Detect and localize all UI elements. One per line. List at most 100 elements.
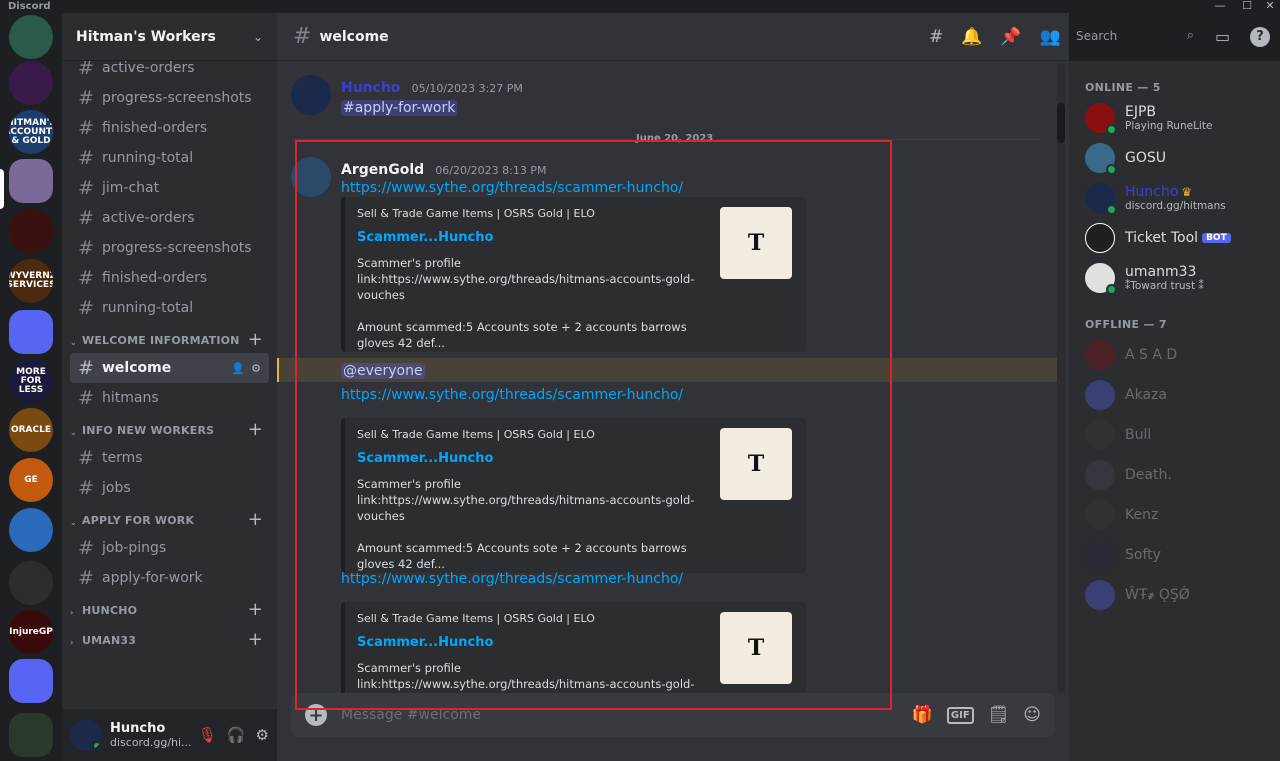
gear-icon[interactable]: ⚙ [251, 362, 261, 375]
category-header[interactable]: › UMAN33 + [70, 623, 269, 653]
bell-icon[interactable]: 🔔 [961, 27, 982, 47]
scrollbar-thumb[interactable] [1057, 103, 1065, 143]
channel-item[interactable]: # progress-screenshots [70, 233, 269, 263]
channel-item[interactable]: # progress-screenshots [70, 83, 269, 113]
everyone-mention[interactable]: @everyone [341, 363, 425, 379]
category-header[interactable]: ⌄ WELCOME INFORMATION + [70, 323, 269, 353]
member-item[interactable]: ŴŦ҂ ǪŞǾ [1077, 575, 1272, 615]
channel-item[interactable]: # active-orders [70, 203, 269, 233]
avatar[interactable] [291, 157, 331, 197]
category-header[interactable]: ⌄ INFO NEW WORKERS + [70, 413, 269, 443]
channel-item[interactable]: # job-pings [70, 533, 269, 563]
gear-icon[interactable]: ⚙ [256, 726, 269, 744]
server-icon[interactable]: InjureGP [9, 610, 53, 654]
message-author[interactable]: Huncho [341, 80, 401, 96]
inbox-icon[interactable]: ▭ [1215, 27, 1230, 46]
embed-thumbnail[interactable]: T [720, 428, 792, 500]
category-header[interactable]: ⌄ APPLY FOR WORK + [70, 503, 269, 533]
gif-button[interactable]: GIF [946, 706, 974, 724]
gift-icon[interactable]: 🎁 [912, 705, 933, 725]
emoji-icon[interactable]: ☺ [1023, 705, 1041, 725]
server-icon[interactable]: ORACLE [9, 408, 53, 452]
threads-icon[interactable]: # [929, 27, 943, 47]
channel-item[interactable]: # active-orders [70, 61, 269, 83]
embed-thumbnail[interactable]: T [720, 207, 792, 279]
scrollbar[interactable] [1057, 63, 1065, 693]
add-channel-icon[interactable]: + [248, 419, 263, 440]
message-composer[interactable]: + Message #welcome 🎁 GIF 🗒 ☺ [291, 693, 1055, 737]
member-item[interactable]: Death. [1077, 455, 1272, 495]
member-item[interactable]: Bull [1077, 415, 1272, 455]
help-icon[interactable]: ? [1250, 27, 1270, 47]
minimize-button[interactable]: — [1210, 0, 1230, 12]
channel-item[interactable]: # jim-chat [70, 173, 269, 203]
add-channel-icon[interactable]: + [248, 509, 263, 530]
message-input[interactable]: Message #welcome [341, 707, 481, 723]
guild-header[interactable]: Hitman's Workers ⌄ [62, 13, 277, 61]
search-input[interactable]: Search ⌕ [1070, 26, 1200, 48]
member-item[interactable]: Huncho ♛ discord.gg/hitmans [1077, 178, 1272, 218]
channel-item[interactable]: # finished-orders [70, 263, 269, 293]
member-item[interactable]: A S A D [1077, 335, 1272, 375]
channel-item[interactable]: # apply-for-work [70, 563, 269, 593]
message-list: Huncho 05/10/2023 3:27 PM #apply-for-wor… [277, 61, 1069, 699]
server-icon[interactable] [9, 61, 53, 105]
close-window-button[interactable]: ✕ [1260, 0, 1280, 12]
headphones-icon[interactable]: 🎧 [227, 726, 246, 744]
add-channel-icon[interactable]: + [248, 599, 263, 620]
channel-item[interactable]: # finished-orders [70, 113, 269, 143]
category-header[interactable]: › HUNCHO + [70, 593, 269, 623]
avatar [1085, 183, 1117, 215]
server-icon[interactable] [9, 508, 53, 552]
sticker-icon[interactable]: 🗒 [988, 705, 1010, 725]
hash-icon: # [78, 567, 94, 589]
server-icon[interactable]: WYVERNZ SERVICES [9, 259, 53, 303]
channel-item[interactable]: # running-total [70, 293, 269, 323]
channel-item[interactable]: # jobs [70, 473, 269, 503]
member-item[interactable]: umanm33 ⁑Toward trust ⁑ [1077, 258, 1272, 298]
server-icon[interactable]: HITMAN'S ACCOUNTS & GOLD [9, 110, 53, 154]
chevron-down-icon[interactable]: ⌄ [253, 30, 263, 44]
server-icon[interactable]: MORE FOR LESS [9, 359, 53, 403]
server-folder-icon[interactable] [9, 659, 53, 703]
hash-icon: # [78, 61, 94, 79]
channel-mention[interactable]: #apply-for-work [341, 100, 458, 116]
avatar[interactable] [291, 75, 331, 115]
add-channel-icon[interactable]: + [248, 629, 263, 650]
add-attachment-button[interactable]: + [305, 704, 327, 726]
link-embed: Sell & Trade Game Items | OSRS Gold | EL… [341, 197, 806, 352]
channel-item-welcome[interactable]: # welcome 👤 ⚙ [70, 353, 269, 383]
user-avatar[interactable] [70, 719, 102, 751]
thumbnail-logo: T [747, 451, 765, 477]
server-icon[interactable] [9, 713, 53, 757]
channel-item[interactable]: # running-total [70, 143, 269, 173]
search-icon: ⌕ [1186, 28, 1194, 43]
add-member-icon[interactable]: 👤 [231, 362, 245, 375]
maximize-button[interactable]: ☐ [1237, 0, 1257, 12]
server-icon[interactable] [9, 15, 53, 59]
server-icon[interactable]: GE [9, 458, 53, 502]
add-channel-icon[interactable]: + [248, 329, 263, 350]
server-icon[interactable] [9, 561, 53, 605]
member-item[interactable]: Akaza [1077, 375, 1272, 415]
member-item[interactable]: EJPB Playing RuneLite [1077, 98, 1272, 138]
mute-mic-icon[interactable]: 🎙 [198, 726, 217, 744]
server-folder-icon[interactable] [9, 310, 53, 354]
member-item[interactable]: Kenz [1077, 495, 1272, 535]
member-list: ONLINE — 5 EJPB Playing RuneLite GOSU Hun… [1069, 61, 1280, 761]
embed-thumbnail[interactable]: T [720, 612, 792, 684]
channel-item[interactable]: # hitmans [70, 383, 269, 413]
message-link[interactable]: https://www.sythe.org/threads/scammer-hu… [341, 571, 683, 587]
member-item[interactable]: Softy [1077, 535, 1272, 575]
message-link[interactable]: https://www.sythe.org/threads/scammer-hu… [341, 180, 683, 196]
pin-icon[interactable]: 📌 [1000, 27, 1021, 47]
member-list-icon[interactable]: 👥 [1040, 27, 1061, 47]
server-icon[interactable] [9, 209, 53, 253]
member-item[interactable]: GOSU [1077, 138, 1272, 178]
server-icon-active[interactable] [9, 159, 53, 203]
channel-item[interactable]: # terms [70, 443, 269, 473]
message-author[interactable]: ArgenGold [341, 162, 424, 178]
message-link[interactable]: https://www.sythe.org/threads/scammer-hu… [341, 387, 683, 403]
member-item[interactable]: Ticket Tool BOT [1077, 218, 1272, 258]
channel-label: finished-orders [102, 120, 208, 136]
